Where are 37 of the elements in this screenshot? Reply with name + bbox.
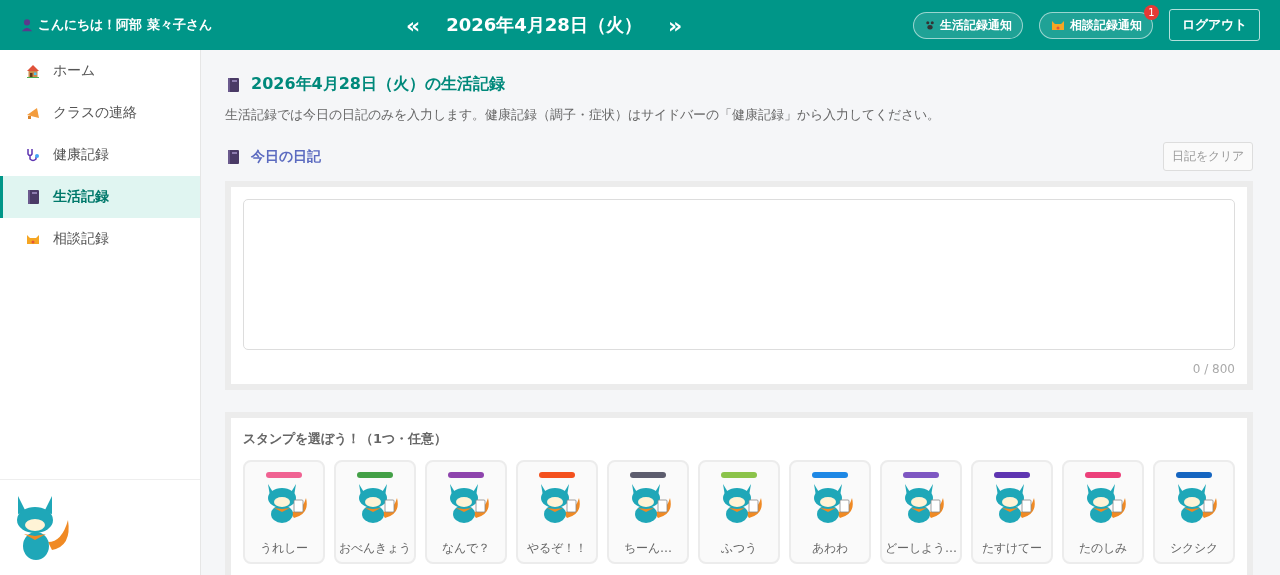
stamp-option[interactable]: あわわ	[789, 460, 871, 564]
megaphone-icon	[25, 105, 41, 121]
notification-button[interactable]: 生活記録通知	[913, 11, 1023, 39]
house-icon	[25, 63, 41, 79]
notebook-icon	[225, 76, 241, 93]
logout-button[interactable]: ログアウト	[1169, 9, 1260, 41]
sidebar-item[interactable]: 相談記録	[0, 218, 200, 260]
previous-day-button[interactable]: «	[400, 12, 427, 38]
stamp-option[interactable]: たのしみ	[1062, 460, 1144, 564]
notebook-icon	[225, 148, 241, 165]
sidebar-item[interactable]: 健康記録	[0, 134, 200, 176]
diary-heading: 今日の日記	[251, 147, 321, 166]
paw-icon	[924, 19, 936, 31]
notification-badge: 1	[1144, 4, 1159, 20]
stamp-heading: スタンプを選ぼう！（1つ・任意）	[243, 430, 449, 448]
character-counter: 0 / 800	[1191, 362, 1235, 376]
stamp-option[interactable]: たすけてー	[971, 460, 1053, 564]
stamp-option[interactable]: どーしよう…	[880, 460, 962, 564]
stamp-option[interactable]: ふつう	[698, 460, 780, 564]
stamp-option[interactable]: うれしー	[243, 460, 325, 564]
current-date: 2026年4月28日（火）	[446, 13, 642, 37]
stamp-option[interactable]: なんで？	[425, 460, 507, 564]
stethoscope-icon	[25, 147, 41, 163]
stamp-option[interactable]: ちーん…	[607, 460, 689, 564]
sidebar-item[interactable]: ホーム	[0, 50, 200, 92]
user-icon	[20, 18, 34, 32]
stamp-option[interactable]: シクシク	[1153, 460, 1235, 564]
greeting-text: こんにちは！阿部 菜々子さん	[38, 16, 212, 34]
sidebar-item[interactable]: クラスの連絡	[0, 92, 200, 134]
notebook-icon	[25, 189, 41, 205]
page-title: 2026年4月28日（火）の生活記録	[251, 74, 505, 95]
sidebar-item[interactable]: 生活記録	[0, 176, 200, 218]
page-description: 生活記録では今日の日記のみを入力します。健康記録（調子・症状）はサイドバーの「健康記録」から入力してください。	[225, 107, 941, 124]
diary-input-field[interactable]	[243, 199, 1235, 350]
next-day-button[interactable]: »	[661, 12, 689, 38]
stamp-option[interactable]: おべんきょう	[334, 460, 416, 564]
stamp-option[interactable]: やるぞ！！	[516, 460, 598, 564]
